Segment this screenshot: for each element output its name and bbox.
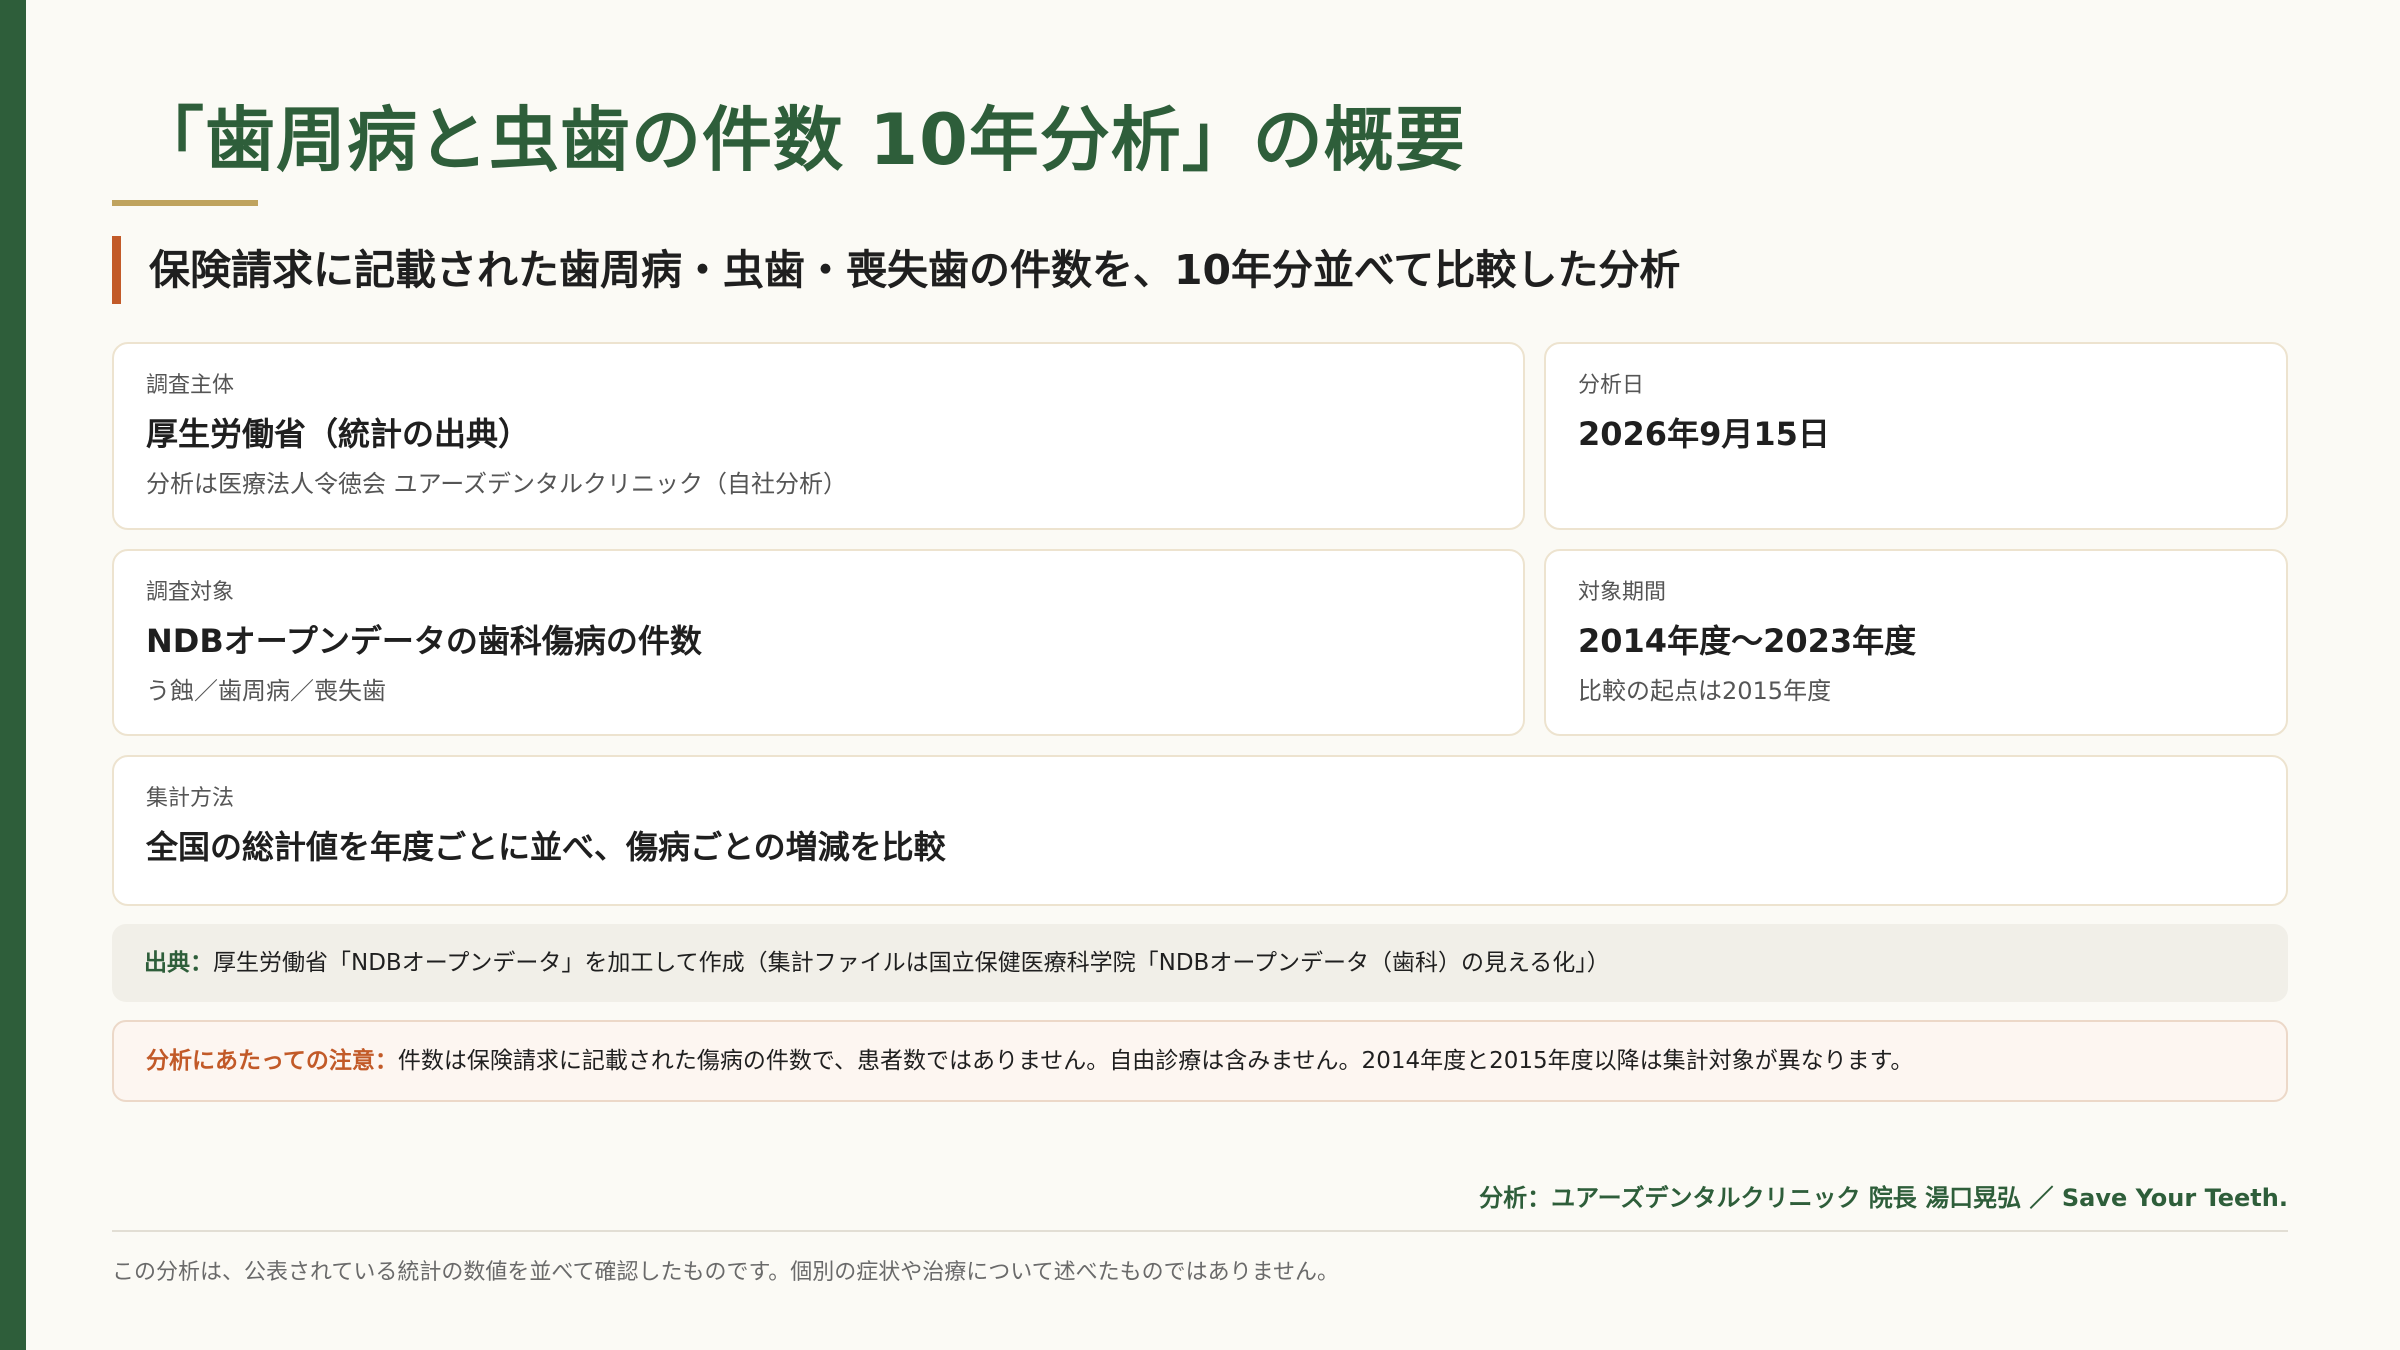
card-note: 比較の起点は2015年度 — [1578, 677, 1832, 705]
page: 「歯周病と虫歯の件数 10年分析」の概要 保険請求に記載された歯周病・虫歯・喪失… — [0, 0, 2400, 1350]
card-value: NDBオープンデータの歯科傷病の件数 — [146, 622, 702, 660]
source-text: 厚生労働省「NDBオープンデータ」を加工して作成（集計ファイルは国立保健医療科学… — [213, 950, 1610, 976]
card-value: 全国の総計値を年度ごとに並べ、傷病ごとの増減を比較 — [146, 828, 946, 866]
caution-text: 件数は保険請求に記載された傷病の件数で、患者数ではありません。自由診療は含みませ… — [397, 1048, 1914, 1074]
footer-divider — [112, 1230, 2288, 1232]
title-underline — [112, 200, 258, 206]
caution-box: 分析にあたっての注意：件数は保険請求に記載された傷病の件数で、患者数ではありませ… — [112, 1020, 2288, 1102]
card-label: 対象期間 — [1578, 580, 1667, 605]
card-subject: 調査対象 NDBオープンデータの歯科傷病の件数 う蝕／歯周病／喪失歯 — [112, 549, 1525, 736]
source-box: 出典：厚生労働省「NDBオープンデータ」を加工して作成（集計ファイルは国立保健医… — [112, 924, 2288, 1002]
card-label: 調査対象 — [146, 580, 235, 605]
card-analysis-date: 分析日 2026年9月15日 — [1544, 342, 2288, 530]
source-label: 出典： — [144, 950, 213, 976]
card-value: 2026年9月15日 — [1578, 415, 1830, 453]
card-label: 調査主体 — [146, 373, 235, 398]
card-method: 集計方法 全国の総計値を年度ごとに並べ、傷病ごとの増減を比較 — [112, 755, 2288, 906]
left-accent-bar — [0, 0, 26, 1350]
card-investigator: 調査主体 厚生労働省（統計の出典） 分析は医療法人令徳会 ユアーズデンタルクリニ… — [112, 342, 1525, 530]
card-value: 2014年度〜2023年度 — [1578, 622, 1917, 660]
card-note: う蝕／歯周病／喪失歯 — [146, 677, 386, 705]
page-title: 「歯周病と虫歯の件数 10年分析」の概要 — [134, 99, 1466, 181]
caution-label: 分析にあたっての注意： — [146, 1048, 398, 1074]
card-value: 厚生労働省（統計の出典） — [146, 415, 531, 453]
card-period: 対象期間 2014年度〜2023年度 比較の起点は2015年度 — [1544, 549, 2288, 736]
author-credit: 分析：ユアーズデンタルクリニック 院長 湯口晃弘 ／ Save Your Tee… — [1479, 1184, 2288, 1212]
page-subtitle: 保険請求に記載された歯周病・虫歯・喪失歯の件数を、10年分並べて比較した分析 — [112, 236, 1680, 304]
card-label: 集計方法 — [146, 786, 235, 811]
card-note: 分析は医療法人令徳会 ユアーズデンタルクリニック（自社分析） — [146, 470, 847, 498]
card-label: 分析日 — [1578, 373, 1645, 398]
footnote: この分析は、公表されている統計の数値を並べて確認したものです。個別の症状や治療に… — [112, 1260, 1339, 1285]
